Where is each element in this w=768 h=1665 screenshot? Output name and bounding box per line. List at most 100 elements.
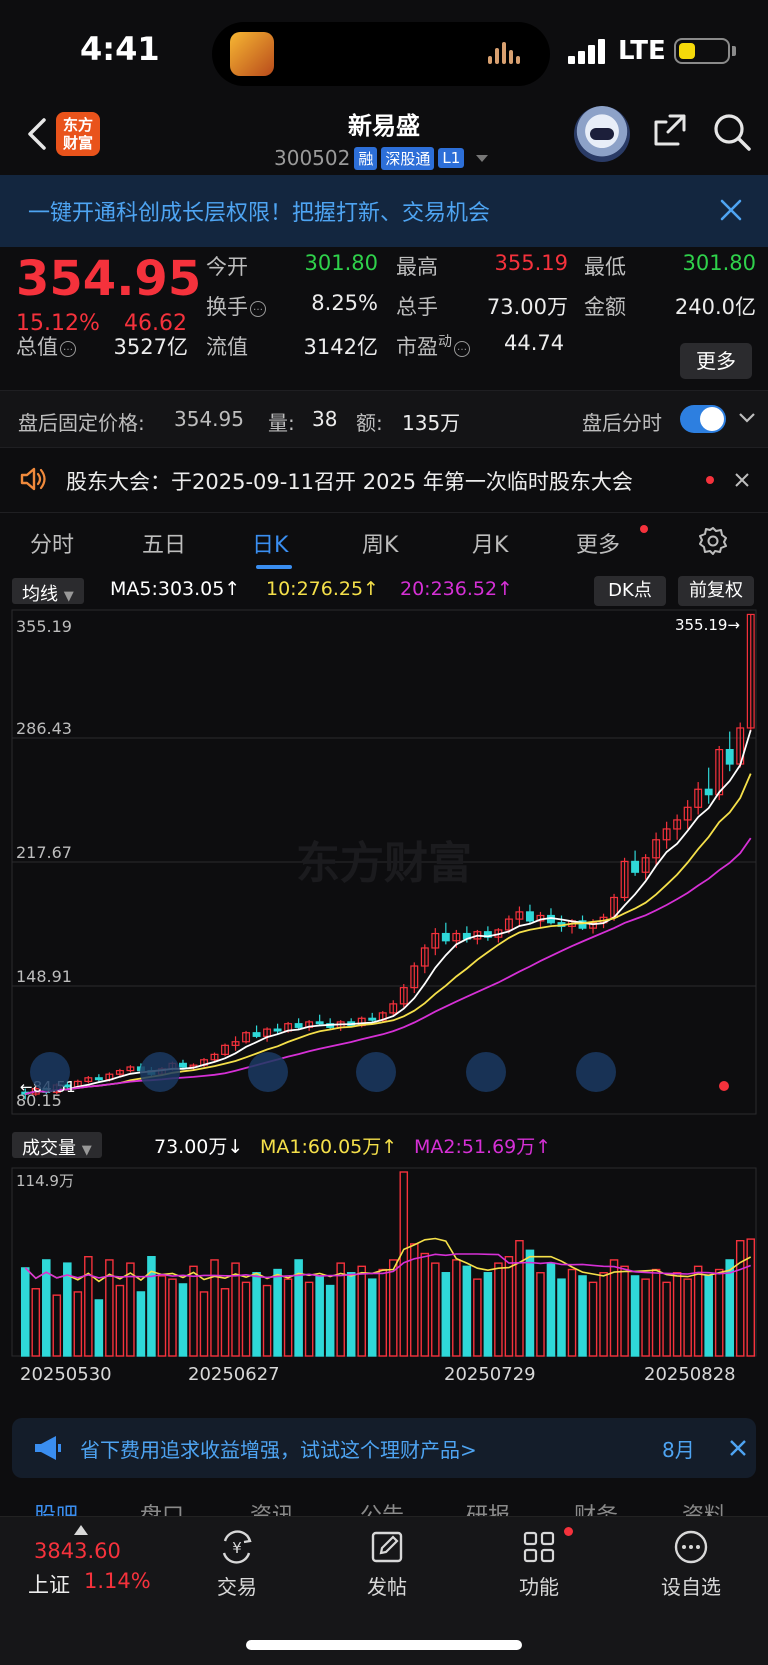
chart-control-button [466, 1052, 506, 1092]
nav-trade[interactable]: ¥ 交易 [192, 1527, 282, 1600]
pe-value: 44.74 [504, 331, 565, 355]
gear-icon[interactable] [698, 525, 728, 555]
candle-body [368, 1017, 377, 1021]
candle-body [525, 911, 534, 922]
info-icon[interactable]: … [250, 301, 266, 317]
nav-functions[interactable]: 功能 [494, 1527, 584, 1600]
amount-value: 240.0亿 [674, 295, 756, 319]
grid-icon [523, 1531, 555, 1563]
kline-chart[interactable]: 355.19286.43217.67148.9180.15东方财富355.19→… [0, 608, 768, 1128]
volume-bar [31, 1288, 41, 1357]
assistant-robot-icon[interactable] [574, 106, 630, 162]
candle-body [441, 932, 450, 942]
unread-dot [706, 476, 714, 484]
volume-bar [210, 1259, 219, 1357]
share-icon[interactable] [652, 112, 688, 148]
after-hours-toggle[interactable] [680, 405, 726, 433]
candle-body [273, 1028, 282, 1032]
volume-bar [546, 1262, 556, 1357]
close-icon[interactable] [734, 472, 750, 488]
tab-more[interactable]: 更多 [576, 527, 620, 559]
pe-label: 市盈动… [396, 331, 470, 361]
tab-weekly-k[interactable]: 周K [362, 527, 398, 559]
notice-bar[interactable]: 股东大会：于2025-09-11召开 2025 年第一次临时股东大会 [0, 450, 768, 508]
volume-bar [20, 1267, 30, 1357]
volume-bar [157, 1275, 167, 1357]
index-pct: 1.14% [84, 1569, 151, 1593]
turnover-label: 换手… [206, 291, 266, 321]
volume-value: 73.00万 [486, 295, 568, 319]
more-button[interactable]: 更多 [680, 343, 752, 379]
volume-bar [641, 1278, 650, 1357]
tab-five-day[interactable]: 五日 [142, 527, 186, 559]
info-icon[interactable]: … [60, 341, 76, 357]
tab-monthly-k[interactable]: 月K [472, 527, 508, 559]
chart-tabs: 分时 五日 日K 周K 月K 更多 [0, 512, 768, 572]
stock-header: 东方财富 新易盛 300502 融 深股通 L1 [0, 100, 768, 175]
ma5-line [25, 729, 752, 1095]
promo-banner[interactable]: 一键开通科创成长层权限！把握打新、交易机会 [0, 175, 768, 247]
stock-code-row[interactable]: 300502 融 深股通 L1 [274, 146, 489, 170]
ad-text: 省下费用追求收益增强，试试这个理财产品> [80, 1438, 477, 1462]
tab-daily-k[interactable]: 日K [252, 527, 288, 559]
volume-bar [336, 1262, 345, 1357]
svg-text:¥: ¥ [232, 1539, 242, 1557]
close-icon[interactable] [718, 197, 744, 223]
megaphone-icon [35, 1436, 61, 1460]
app-screen: 4:41 LTE 东方财富 新易盛 300502 融 深股通 L1 一键开通科创… [0, 0, 768, 1665]
signal-icon [568, 38, 608, 64]
after-hours-label: 盘后固定价格: [18, 411, 145, 435]
volume-bar [231, 1262, 240, 1357]
volume-bar [588, 1281, 598, 1357]
volume-bar [115, 1284, 125, 1357]
index-value: 3843.60 [34, 1539, 121, 1563]
more-dot [640, 525, 648, 533]
volume-bar [94, 1299, 104, 1357]
chart-control-button [576, 1052, 616, 1092]
low-label: 最低 [584, 255, 626, 279]
chevron-down-icon[interactable] [738, 409, 756, 427]
volume-bar [515, 1239, 524, 1357]
tag-margin: 融 [354, 146, 378, 170]
volume-selector[interactable]: 成交量 ▼ [12, 1132, 102, 1159]
functions-badge [564, 1527, 573, 1536]
nav-add-watchlist[interactable]: 设自选 [646, 1527, 736, 1600]
indicator-selector[interactable]: 均线 ▼ [12, 578, 84, 605]
ad-month: 8月 [662, 1438, 695, 1462]
volume-chart[interactable]: 114.9万 20250530 20250627 20250729 20250828 [0, 1164, 768, 1410]
x-date-label: 20250729 [444, 1364, 536, 1385]
volume-bar [241, 1281, 251, 1357]
volume-bar [609, 1259, 619, 1357]
mktcap-value: 3527亿 [113, 335, 188, 359]
close-icon[interactable] [728, 1438, 748, 1458]
candle-body [315, 1021, 324, 1025]
volume-ma2: MA2:51.69万↑ [414, 1136, 552, 1158]
volume-bar [189, 1265, 198, 1357]
candle-body [179, 1062, 187, 1068]
nav-post[interactable]: 发帖 [342, 1527, 432, 1600]
volume-bar [662, 1281, 671, 1357]
info-icon[interactable]: … [454, 341, 470, 357]
tab-timeshare[interactable]: 分时 [30, 527, 74, 559]
volume-bar [473, 1278, 482, 1357]
chart-control-button [356, 1052, 396, 1092]
volume-ma-line [24, 1237, 752, 1283]
volume-bar [52, 1294, 62, 1357]
candle-body [252, 1032, 261, 1037]
chevron-down-icon [476, 154, 489, 162]
search-icon[interactable] [712, 112, 752, 152]
adjust-button[interactable]: 前复权 [678, 576, 754, 606]
nav-post-label: 发帖 [367, 1575, 407, 1599]
ad-bar[interactable]: 省下费用追求收益增强，试试这个理财产品> 8月 [12, 1418, 756, 1478]
volume-bar [567, 1268, 577, 1357]
volume-bar [63, 1262, 72, 1357]
volume-bar [283, 1278, 293, 1357]
after-hours-vol-label: 量: [268, 411, 295, 435]
tag-connect: 深股通 [381, 146, 435, 170]
volume-bar [357, 1265, 366, 1357]
home-indicator [246, 1640, 522, 1650]
volume-bar [367, 1278, 377, 1357]
audio-wave-icon [488, 42, 528, 66]
nav-add-watchlist-label: 设自选 [661, 1575, 721, 1599]
dk-point-button[interactable]: DK点 [594, 576, 666, 606]
